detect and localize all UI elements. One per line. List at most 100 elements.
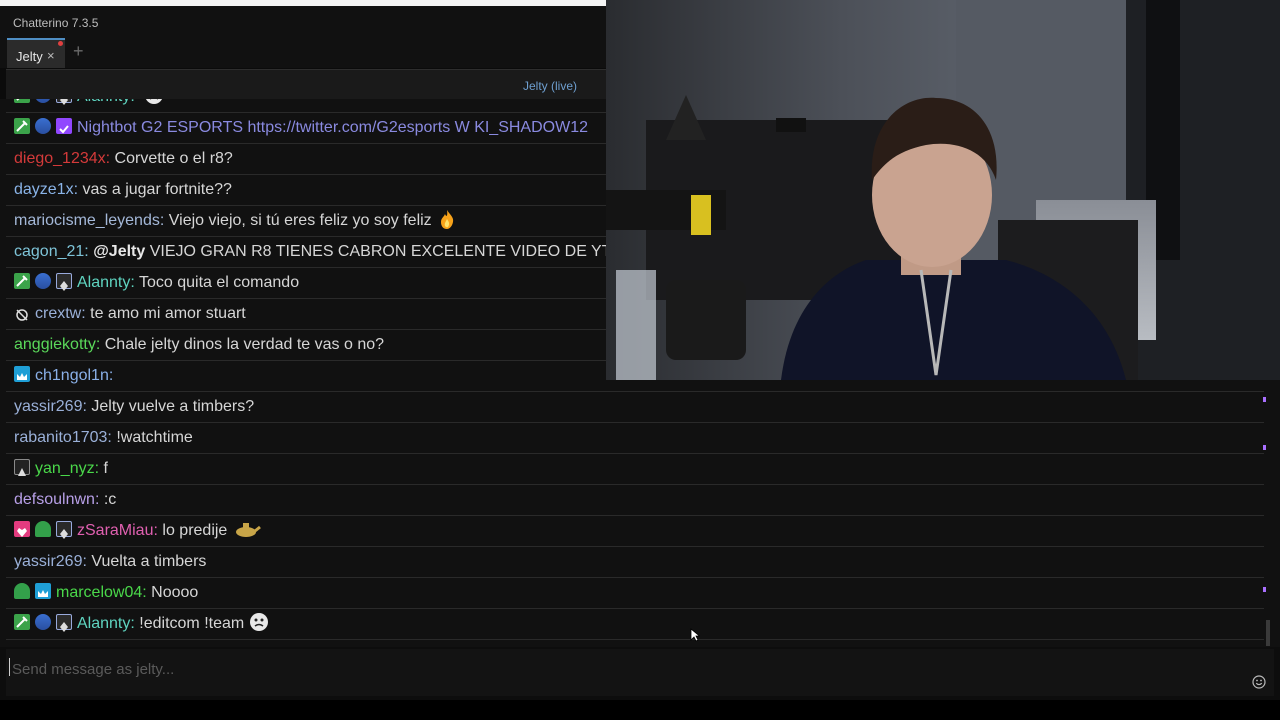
prime-gaming-badge-icon[interactable]	[14, 365, 30, 382]
green-badge-icon[interactable]	[14, 582, 30, 599]
triangle-badge-icon[interactable]	[14, 458, 30, 476]
subgift-badge-icon[interactable]	[56, 613, 72, 632]
chat-message-text: te amo mi amor stuart	[90, 305, 246, 322]
chat-message-text: Noooo	[151, 584, 199, 601]
emoji-icon[interactable]	[1252, 675, 1266, 689]
moderator-badge-icon[interactable]	[14, 117, 30, 134]
subgift-badge-icon[interactable]	[56, 99, 72, 105]
username-separator: :	[159, 212, 165, 229]
username-separator: :	[130, 615, 135, 632]
scroll-marker	[1263, 587, 1266, 592]
username-separator: :	[94, 491, 100, 508]
chat-message-text: Chale jelty dinos la verdad te vas o no?	[104, 336, 385, 353]
hidden-badge-icon[interactable]	[14, 304, 30, 321]
message-input-container[interactable]	[6, 649, 1274, 696]
chat-message-text: Jelty vuelve a timbers?	[91, 398, 255, 415]
chat-message[interactable]: rabanito1703: !watchtime	[6, 423, 1264, 454]
chat-scrollbar[interactable]	[1266, 620, 1270, 646]
chat-username[interactable]: zSaraMiau	[77, 522, 153, 539]
chat-message-text: !editcom !team	[139, 615, 245, 632]
tab-jelty[interactable]: Jelty ×	[7, 38, 65, 68]
chat-username[interactable]: anggiekotty	[14, 336, 96, 353]
chat-message[interactable]: yassir269: Jelty vuelve a timbers?	[6, 392, 1264, 423]
scroll-marker	[1263, 397, 1266, 402]
chat-message[interactable]: marcelow04: Noooo	[6, 578, 1264, 609]
moderator-badge-icon[interactable]	[14, 99, 30, 103]
message-input-bar	[0, 647, 1280, 700]
username-separator: :	[108, 367, 114, 384]
add-tab-button[interactable]: +	[73, 41, 84, 62]
chat-username[interactable]: Alannty	[77, 274, 130, 291]
bottom-strip	[0, 700, 1280, 720]
chat-username[interactable]: dayze1x	[14, 181, 74, 198]
username-separator: :	[82, 553, 87, 570]
chat-username[interactable]: diego_1234x	[14, 150, 106, 167]
chat-username[interactable]: Alannty	[77, 615, 130, 632]
moderator-badge-icon[interactable]	[14, 613, 30, 630]
username-separator: :	[153, 522, 158, 539]
chat-username[interactable]: Alannty	[77, 99, 130, 105]
verified-bot-badge-icon[interactable]	[56, 117, 72, 134]
message-input[interactable]	[10, 657, 1214, 681]
username-separator: :	[142, 584, 147, 601]
chat-message-text: Vuelta a timbers	[91, 553, 207, 570]
tab-label: Jelty	[16, 49, 43, 64]
genie-lamp-emote-icon[interactable]	[231, 518, 262, 540]
subscriber-badge-icon[interactable]	[35, 272, 51, 289]
chat-message[interactable]: yassir269: Vuelta a timbers	[6, 547, 1264, 578]
chat-username[interactable]: crextw	[35, 305, 81, 322]
chat-message-text: f	[103, 460, 108, 477]
username-separator: :	[130, 99, 134, 105]
tab-close-icon[interactable]: ×	[47, 48, 55, 63]
split-title: Jelty (live)	[522, 79, 577, 93]
moderator-badge-icon[interactable]	[14, 272, 30, 289]
vip-badge-icon[interactable]	[14, 520, 30, 537]
chat-username[interactable]: ch1ngol1n	[35, 367, 109, 384]
chat-username[interactable]: mariocisme_leyends	[14, 212, 160, 229]
green-badge-icon[interactable]	[35, 520, 51, 537]
username-separator: :	[81, 305, 86, 322]
username-separator: :	[82, 398, 87, 415]
chat-username[interactable]: yan_nyz	[35, 460, 95, 477]
chat-mention[interactable]: @Jelty	[93, 243, 145, 260]
subscriber-badge-icon[interactable]	[35, 99, 51, 103]
chat-username[interactable]: rabanito1703	[14, 429, 107, 446]
chat-message-text: Corvette o el r8?	[114, 150, 233, 167]
username-separator: :	[73, 181, 79, 198]
scroll-marker	[1263, 445, 1266, 450]
chat-username[interactable]: Nightbot	[77, 119, 137, 136]
chat-message-text: Viejo viejo, si tú eres feliz yo soy fel…	[168, 212, 432, 229]
chat-message-text: G2 ESPORTS https://twitter.com/G2esports…	[141, 119, 588, 136]
username-separator: :	[107, 429, 112, 446]
chat-message[interactable]: Alannty: !editcom !team	[6, 609, 1264, 640]
face-emote-icon[interactable]	[248, 611, 270, 633]
face-emote-icon[interactable]	[143, 99, 165, 106]
mouse-pointer-icon	[690, 628, 700, 642]
stream-video-overlay	[606, 0, 1280, 380]
chat-message[interactable]: zSaraMiau: lo predije	[6, 516, 1264, 547]
chat-username[interactable]: marcelow04	[56, 584, 142, 601]
chat-username[interactable]: yassir269	[14, 553, 82, 570]
webcam-image	[606, 0, 1280, 380]
prime-gaming-badge-icon[interactable]	[35, 582, 51, 599]
chat-message-text: vas a jugar fortnite??	[82, 181, 232, 198]
username-separator: :	[130, 274, 135, 291]
fire-emoji-icon[interactable]	[436, 208, 458, 230]
app-title: Chatterino 7.3.5	[13, 16, 99, 30]
split-header[interactable]: Jelty (live)	[6, 69, 606, 100]
chat-username[interactable]: yassir269	[14, 398, 82, 415]
chat-message-text: !watchtime	[116, 429, 193, 446]
subscriber-badge-icon[interactable]	[35, 117, 51, 134]
username-separator: :	[95, 336, 101, 353]
chat-message-text: Toco quita el comando	[138, 274, 300, 291]
chat-message[interactable]: yan_nyz: f	[6, 454, 1264, 485]
subgift-badge-icon[interactable]	[56, 520, 72, 539]
chat-message[interactable]: defsoulnwn: :c	[6, 485, 1264, 516]
chat-username[interactable]: cagon_21	[14, 243, 84, 260]
tab-live-indicator	[58, 41, 63, 46]
chat-message-text: :c	[103, 491, 117, 508]
title-bar: Chatterino 7.3.5	[0, 6, 606, 36]
chat-username[interactable]: defsoulnwn	[14, 491, 95, 508]
subgift-badge-icon[interactable]	[56, 272, 72, 291]
subscriber-badge-icon[interactable]	[35, 613, 51, 630]
